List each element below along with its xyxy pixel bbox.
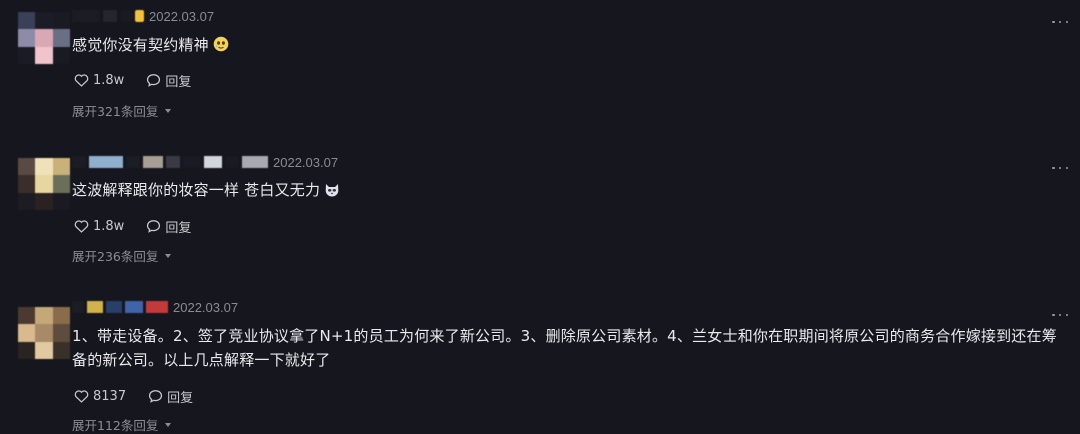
avatar[interactable] xyxy=(18,307,70,359)
user-row: 2022.03.07 xyxy=(72,6,214,26)
comment-date: 2022.03.07 xyxy=(273,154,339,170)
username[interactable] xyxy=(72,300,171,314)
reply-bubble-icon xyxy=(149,390,163,403)
comment-text: 这波解释跟你的妆容一样 苍白又无力 xyxy=(72,178,1060,202)
cat-face-icon xyxy=(325,184,339,197)
like-button[interactable]: 1.8w xyxy=(74,219,124,234)
caret-down-icon xyxy=(165,422,172,427)
like-button[interactable]: 8137 xyxy=(74,389,126,404)
like-count: 1.8w xyxy=(93,72,125,88)
expand-replies-button[interactable]: 展开112条回复 xyxy=(72,415,172,434)
avatar[interactable] xyxy=(18,158,70,210)
username[interactable] xyxy=(72,9,147,23)
like-button[interactable]: 1.8w xyxy=(74,73,124,88)
comment-actions: 1.8w 回复 xyxy=(74,216,191,236)
reply-button[interactable]: 回复 xyxy=(146,217,191,236)
comment-date: 2022.03.07 xyxy=(173,299,239,315)
caret-down-icon xyxy=(165,253,172,258)
heart-icon xyxy=(74,390,89,403)
avatar[interactable] xyxy=(18,12,70,64)
like-count: 8137 xyxy=(93,388,127,404)
reply-button[interactable]: 回复 xyxy=(146,71,191,90)
more-options-icon[interactable] xyxy=(1052,17,1068,27)
smiling-face-with-tear-icon xyxy=(213,36,229,52)
more-options-icon[interactable] xyxy=(1052,310,1068,320)
comment-actions: 1.8w 回复 xyxy=(74,70,191,90)
user-row: 2022.03.07 xyxy=(72,152,338,172)
comment-actions: 8137 回复 xyxy=(74,386,193,406)
more-options-icon[interactable] xyxy=(1052,163,1068,173)
comment-text-content: 感觉你没有契约精神 xyxy=(72,36,209,54)
heart-icon xyxy=(74,220,89,233)
expand-replies-label: 展开321条回复 xyxy=(72,104,159,119)
reply-label: 回复 xyxy=(165,74,192,90)
comment-text: 感觉你没有契约精神 xyxy=(72,33,1060,57)
expand-replies-button[interactable]: 展开321条回复 xyxy=(72,101,172,120)
reply-bubble-icon xyxy=(147,220,161,233)
comment-date: 2022.03.07 xyxy=(149,8,215,24)
reply-label: 回复 xyxy=(165,220,192,236)
reply-label: 回复 xyxy=(167,390,194,406)
user-row: 2022.03.07 xyxy=(72,297,238,317)
expand-replies-label: 展开236条回复 xyxy=(72,249,159,264)
caret-down-icon xyxy=(165,108,172,113)
username[interactable] xyxy=(72,155,271,169)
like-count: 1.8w xyxy=(93,218,125,234)
expand-replies-button[interactable]: 展开236条回复 xyxy=(72,246,172,265)
expand-replies-label: 展开112条回复 xyxy=(72,418,159,433)
comment-text: 1、带走设备。2、签了竞业协议拿了N+1的员工为何来了新公司。3、删除原公司素材… xyxy=(72,327,1057,369)
reply-button[interactable]: 回复 xyxy=(148,387,193,406)
reply-bubble-icon xyxy=(147,74,161,87)
heart-icon xyxy=(74,74,89,87)
comment-text-content: 这波解释跟你的妆容一样 苍白又无力 xyxy=(72,181,321,199)
